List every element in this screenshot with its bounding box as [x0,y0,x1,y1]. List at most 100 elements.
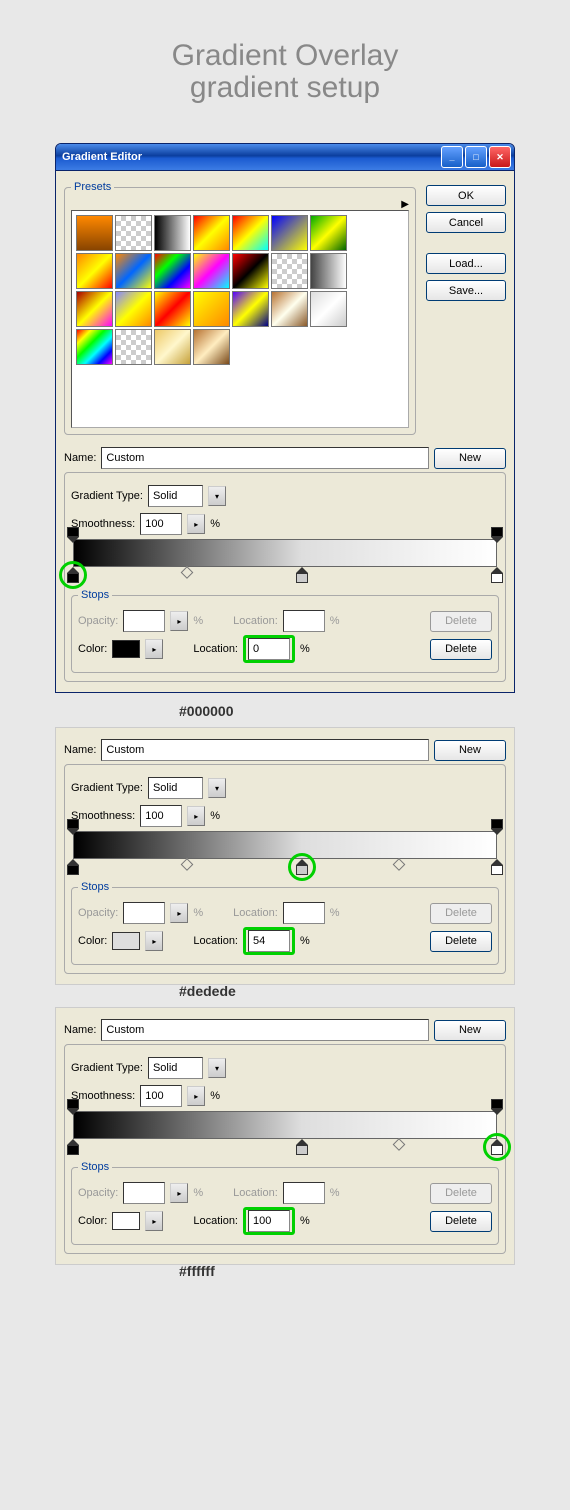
load-button[interactable]: Load... [426,253,506,274]
smoothness-input[interactable] [140,1085,182,1107]
cancel-button[interactable]: Cancel [426,212,506,233]
color-swatch[interactable] [112,640,140,658]
color-stop-0[interactable] [67,1139,79,1153]
panel-1: Name: New Gradient Type: ▾ Smoothness: ▸… [55,727,515,985]
preset-swatch[interactable] [232,291,269,327]
location-highlight [243,635,295,663]
chevron-down-icon: ▾ [208,1058,226,1078]
opacity-delete-button: Delete [430,611,492,632]
preset-swatch[interactable] [115,329,152,365]
preset-swatch[interactable] [232,253,269,289]
preset-swatch[interactable] [154,329,191,365]
new-button[interactable]: New [434,1020,506,1041]
titlebar: Gradient Editor _ □ ✕ [56,144,514,171]
preset-swatch[interactable] [271,253,308,289]
preset-swatch[interactable] [193,215,230,251]
preset-swatch[interactable] [271,291,308,327]
gradient-bar-2[interactable] [73,1111,497,1139]
preset-swatch[interactable] [193,291,230,327]
panel-2: Name: New Gradient Type: ▾ Smoothness: ▸… [55,1007,515,1265]
color-picker-trigger[interactable]: ▸ [145,639,163,659]
preset-swatch[interactable] [154,215,191,251]
save-button[interactable]: Save... [426,280,506,301]
preset-swatch[interactable] [115,291,152,327]
smoothness-label: Smoothness: [71,518,135,530]
color-location-label: Location: [193,643,238,655]
preset-swatch[interactable] [76,291,113,327]
midpoint[interactable] [393,1138,406,1151]
percent-label: % [210,518,220,530]
color-stop-1[interactable] [296,567,308,581]
midpoint[interactable] [181,566,194,579]
preset-swatch[interactable] [232,215,269,251]
gradient-editor-window: Gradient Editor _ □ ✕ Presets ▶ [55,143,515,693]
smoothness-stepper[interactable]: ▸ [187,514,205,534]
presets-group: Presets ▶ [64,181,416,435]
new-button[interactable]: New [434,740,506,761]
stops-label: Stops [78,589,112,601]
preset-swatch[interactable] [310,291,347,327]
gradient-bar-1[interactable] [73,831,497,859]
page-title-line2: gradient setup [190,71,380,104]
minimize-button[interactable]: _ [441,146,463,168]
preset-swatch[interactable] [76,253,113,289]
color-delete-button[interactable]: Delete [430,639,492,660]
name-label: Name: [64,744,96,756]
midpoint[interactable] [181,858,194,871]
smoothness-input[interactable] [140,805,182,827]
highlight-ring-icon [288,853,316,881]
color-delete-button[interactable]: Delete [430,931,492,952]
color-location-input[interactable] [248,1210,290,1232]
color-swatch[interactable] [112,932,140,950]
opacity-input [123,610,165,632]
preset-swatch[interactable] [115,253,152,289]
preset-swatch[interactable] [115,215,152,251]
chevron-down-icon: ▾ [208,486,226,506]
color-location-input[interactable] [248,638,290,660]
opacity-label: Opacity: [78,615,118,627]
gradient-bar-0[interactable] [73,539,497,567]
color-swatch[interactable] [112,1212,140,1230]
gradient-type-select[interactable]: ▾ [148,485,226,507]
presets-list[interactable] [71,210,409,428]
gradient-type-select[interactable]: ▾ [148,777,226,799]
highlight-ring-icon [59,561,87,589]
maximize-button[interactable]: □ [465,146,487,168]
presets-flyout-icon[interactable]: ▶ [393,199,409,210]
gradient-settings-group: Gradient Type: ▾ Smoothness: ▸ % Stops [64,764,506,974]
gradient-preview [73,539,497,567]
name-input[interactable] [101,447,429,469]
preset-swatch[interactable] [271,215,308,251]
name-input[interactable] [101,1019,429,1041]
color-stop-0[interactable] [67,859,79,873]
new-button[interactable]: New [434,448,506,469]
page-title-line1: Gradient Overlay [172,39,399,72]
preset-swatch[interactable] [154,253,191,289]
hex-note-2: #ffffff [179,1263,515,1279]
preset-swatch[interactable] [154,291,191,327]
stops-group: Stops Opacity: ▸ % Location: % Delete [71,589,499,673]
color-delete-button[interactable]: Delete [430,1211,492,1232]
color-stop-1[interactable] [296,1139,308,1153]
midpoint[interactable] [393,858,406,871]
location-highlight [243,1207,295,1235]
color-label: Color: [78,643,107,655]
preset-swatch[interactable] [310,253,347,289]
ok-button[interactable]: OK [426,185,506,206]
preset-swatch[interactable] [193,253,230,289]
gradient-type-select[interactable]: ▾ [148,1057,226,1079]
color-location-input[interactable] [248,930,290,952]
preset-swatch[interactable] [193,329,230,365]
panel-0: Name: New Gradient Type: ▾ Smoothness: ▸… [64,447,506,682]
preset-swatch[interactable] [76,329,113,365]
color-stop-2[interactable] [491,567,503,581]
preset-swatch[interactable] [310,215,347,251]
hex-note-1: #dedede [179,983,515,999]
preset-swatch[interactable] [76,215,113,251]
presets-label: Presets [71,181,114,193]
smoothness-input[interactable] [140,513,182,535]
close-button[interactable]: ✕ [489,146,511,168]
color-stop-2[interactable] [491,859,503,873]
name-input[interactable] [101,739,429,761]
name-label: Name: [64,452,96,464]
